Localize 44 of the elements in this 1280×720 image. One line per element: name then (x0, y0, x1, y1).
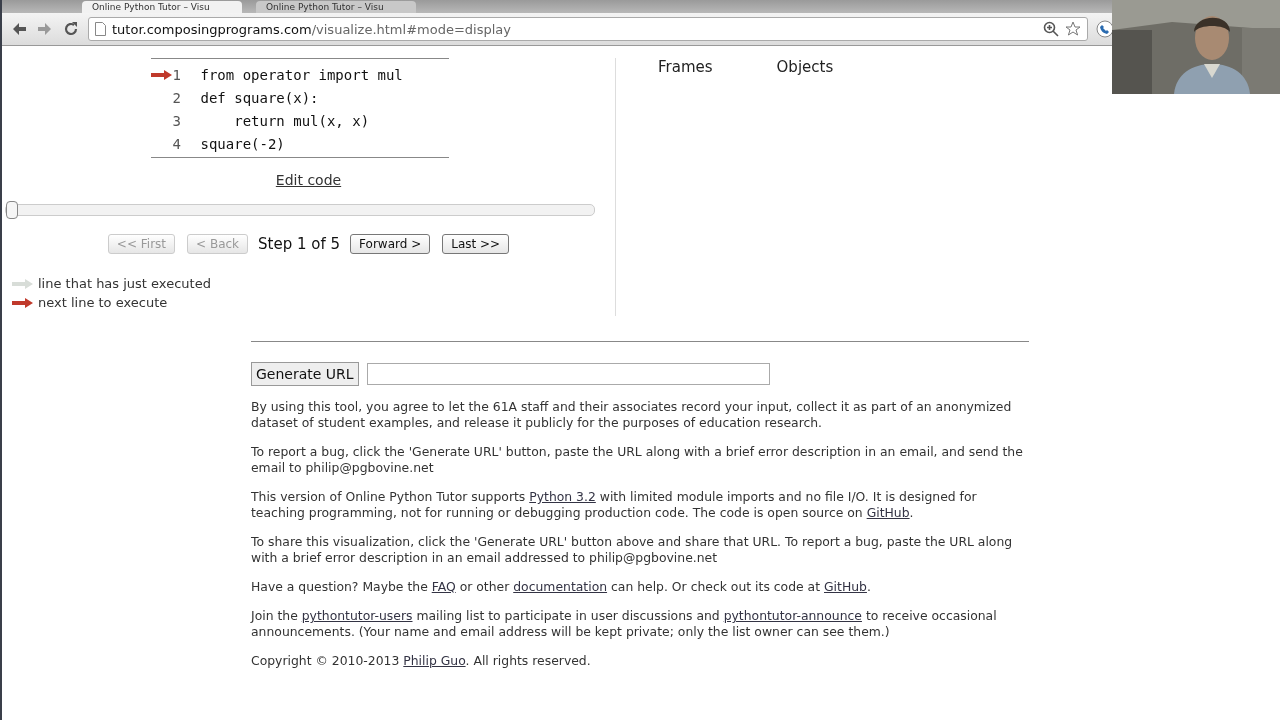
reload-icon[interactable] (62, 20, 80, 38)
nav-button[interactable]: Forward > (350, 234, 431, 254)
link[interactable]: Philip Guo (403, 653, 466, 668)
generate-url-button[interactable]: Generate URL (251, 362, 359, 386)
link[interactable]: FAQ (431, 579, 456, 594)
column-heading: Objects (776, 58, 834, 78)
page-icon (95, 22, 106, 36)
link[interactable]: pythontutor-announce (723, 608, 862, 623)
line-number: 1 (172, 66, 182, 83)
link[interactable]: GitHub (866, 505, 910, 520)
link[interactable]: Python 3.2 (529, 489, 596, 504)
line-number: 4 (172, 135, 182, 152)
address-bar[interactable]: tutor.composingprograms.com/visualize.html#mode=display (88, 17, 1088, 41)
code-line: return mul(x, x) (233, 112, 370, 129)
paragraph: Copyright © 2010-2013 Philip Guo. All rights reserved. (251, 653, 592, 669)
nav-button[interactable]: Last >> (442, 234, 510, 254)
zoom-icon[interactable] (1043, 21, 1059, 37)
paragraph: This version of Online Python Tutor supports Python 3.2 with limited module imports and no file I/O. It is designed for teaching programming, not for running or debugging production code. The code is open source on GitHub. (251, 489, 978, 521)
star-icon[interactable] (1065, 21, 1081, 37)
paragraph: Have a question? Maybe the FAQ or other documentation can help. Or check out its code at GitHub. (251, 579, 872, 595)
step-slider[interactable] (4, 204, 595, 216)
step-counter: Step 1 of 5 (258, 235, 341, 253)
forward-icon[interactable] (36, 20, 54, 38)
slider-thumb[interactable] (5, 201, 18, 219)
legend-text: line that has just executed (38, 276, 211, 291)
link[interactable]: documentation (513, 579, 608, 594)
edit-code-link[interactable]: Edit code (275, 172, 342, 188)
link[interactable]: pythontutor-users (301, 608, 413, 623)
code-line: from operator import mul (200, 66, 403, 83)
line-number: 3 (172, 112, 182, 129)
legend-text: next line to execute (38, 295, 168, 310)
paragraph: By using this tool, you agree to let the 61A staff and their associates record your input, collect it as part of an anonymized dataset of student examples, and release it publicly for the purposes of education research. (251, 399, 1013, 431)
paragraph: Join the pythontutor-users mailing list to participate in user discussions and pythontutor-announce to receive occasional announcements. (Your name and email address will be kept private; only the list owner can see them.) (251, 608, 998, 640)
paragraph: To share this visualization, click the 'Generate URL' button above and share that URL. To report a bug, paste the URL along with a brief error description in an email addressed to philip@pgbovine.net (251, 534, 1014, 566)
line-number: 2 (172, 89, 182, 106)
url-text: tutor.composingprograms.com/visualize.html#mode=display (112, 21, 511, 37)
url-field[interactable] (366, 363, 770, 385)
link[interactable]: GitHub (824, 579, 867, 594)
code-line: square(-2) (200, 135, 285, 152)
paragraph: To report a bug, click the 'Generate URL' button, paste the URL along with a brief error description in an email, and send the email to philip@pgbovine.net (251, 444, 1024, 476)
column-heading: Frames (658, 58, 713, 78)
browser-tab[interactable]: Online Python Tutor – Visu (82, 1, 242, 13)
code-line: def square(x): (200, 89, 319, 106)
browser-tab[interactable]: Online Python Tutor – Visu (256, 1, 416, 13)
